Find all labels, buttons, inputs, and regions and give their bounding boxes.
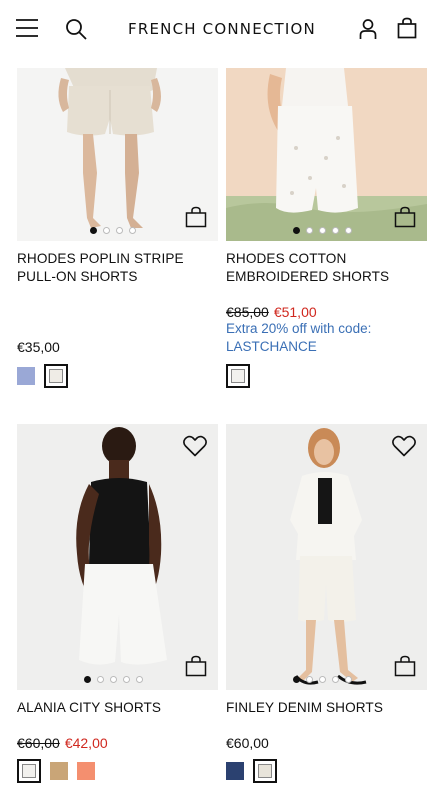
- product-card[interactable]: RHODES POPLIN STRIPE PULL-ON SHORTS €35,…: [17, 68, 218, 398]
- color-swatch-selected[interactable]: [17, 759, 41, 783]
- carousel-dot[interactable]: [345, 227, 352, 234]
- heart-icon: [183, 435, 207, 457]
- account-button[interactable]: [356, 16, 380, 42]
- color-swatch[interactable]: [17, 367, 35, 385]
- carousel-dot[interactable]: [345, 676, 352, 683]
- product-image[interactable]: [17, 424, 218, 690]
- color-swatch-selected[interactable]: [44, 364, 68, 388]
- carousel-dot[interactable]: [84, 676, 91, 683]
- quick-add-button[interactable]: [394, 655, 416, 677]
- carousel-dot[interactable]: [319, 676, 326, 683]
- site-header: FRENCH CONNECTION: [0, 0, 443, 56]
- product-price: €85,00 €51,00: [226, 303, 317, 321]
- menu-icon: [16, 19, 38, 37]
- color-swatches: [226, 364, 250, 388]
- color-swatch-selected[interactable]: [253, 759, 277, 783]
- carousel-dot[interactable]: [332, 676, 339, 683]
- carousel-dot[interactable]: [97, 676, 104, 683]
- color-swatch[interactable]: [226, 762, 244, 780]
- product-name[interactable]: RHODES POPLIN STRIPE PULL-ON SHORTS: [17, 250, 217, 286]
- product-image[interactable]: [17, 68, 218, 241]
- original-price: €85,00: [226, 304, 269, 320]
- color-swatches: [17, 759, 95, 783]
- product-card[interactable]: RHODES COTTON EMBROIDERED SHORTS €85,00 €…: [226, 68, 427, 398]
- cart-button[interactable]: [395, 15, 419, 41]
- quick-add-button[interactable]: [185, 655, 207, 677]
- product-card[interactable]: ALANIA CITY SHORTS €60,00 €42,00: [17, 424, 218, 794]
- product-price: €60,00 €42,00: [17, 734, 108, 752]
- carousel-dot[interactable]: [293, 676, 300, 683]
- search-button[interactable]: [63, 16, 89, 42]
- carousel-dot[interactable]: [129, 227, 136, 234]
- color-swatches: [17, 364, 68, 388]
- product-card[interactable]: FINLEY DENIM SHORTS €60,00: [226, 424, 427, 794]
- search-icon: [66, 19, 87, 40]
- color-swatch-selected[interactable]: [226, 364, 250, 388]
- carousel-dot[interactable]: [90, 227, 97, 234]
- color-swatch[interactable]: [77, 762, 95, 780]
- product-photo: [17, 424, 218, 690]
- product-price: €35,00: [17, 339, 60, 355]
- product-image[interactable]: [226, 68, 427, 241]
- account-icon: [359, 19, 377, 39]
- image-carousel-dots: [293, 676, 352, 683]
- shopping-bag-icon: [185, 206, 207, 228]
- image-carousel-dots: [90, 227, 136, 234]
- carousel-dot[interactable]: [123, 676, 130, 683]
- image-carousel-dots: [293, 227, 352, 234]
- sale-price: €51,00: [273, 304, 317, 320]
- shopping-bag-icon: [397, 17, 417, 39]
- product-photo: [226, 424, 427, 690]
- menu-button[interactable]: [14, 16, 40, 40]
- original-price: €60,00: [17, 735, 60, 751]
- quick-add-button[interactable]: [185, 206, 207, 228]
- product-image[interactable]: [226, 424, 427, 690]
- wishlist-button[interactable]: [391, 434, 417, 458]
- carousel-dot[interactable]: [293, 227, 300, 234]
- shopping-bag-icon: [185, 655, 207, 677]
- carousel-dot[interactable]: [136, 676, 143, 683]
- carousel-dot[interactable]: [319, 227, 326, 234]
- color-swatches: [226, 759, 277, 783]
- product-name[interactable]: RHODES COTTON EMBROIDERED SHORTS: [226, 250, 426, 286]
- carousel-dot[interactable]: [332, 227, 339, 234]
- carousel-dot[interactable]: [103, 227, 110, 234]
- quick-add-button[interactable]: [394, 206, 416, 228]
- sale-price: €42,00: [64, 735, 108, 751]
- color-swatch[interactable]: [50, 762, 68, 780]
- carousel-dot[interactable]: [306, 676, 313, 683]
- shopping-bag-icon: [394, 655, 416, 677]
- product-price: €60,00: [226, 735, 269, 751]
- image-carousel-dots: [84, 676, 143, 683]
- promo-text: Extra 20% off with code: LASTCHANCE: [226, 321, 372, 354]
- carousel-dot[interactable]: [110, 676, 117, 683]
- heart-icon: [392, 435, 416, 457]
- brand-logo[interactable]: FRENCH CONNECTION: [116, 19, 328, 39]
- product-name[interactable]: ALANIA CITY SHORTS: [17, 699, 217, 717]
- carousel-dot[interactable]: [116, 227, 123, 234]
- shopping-bag-icon: [394, 206, 416, 228]
- wishlist-button[interactable]: [182, 434, 208, 458]
- carousel-dot[interactable]: [306, 227, 313, 234]
- product-name[interactable]: FINLEY DENIM SHORTS: [226, 699, 426, 717]
